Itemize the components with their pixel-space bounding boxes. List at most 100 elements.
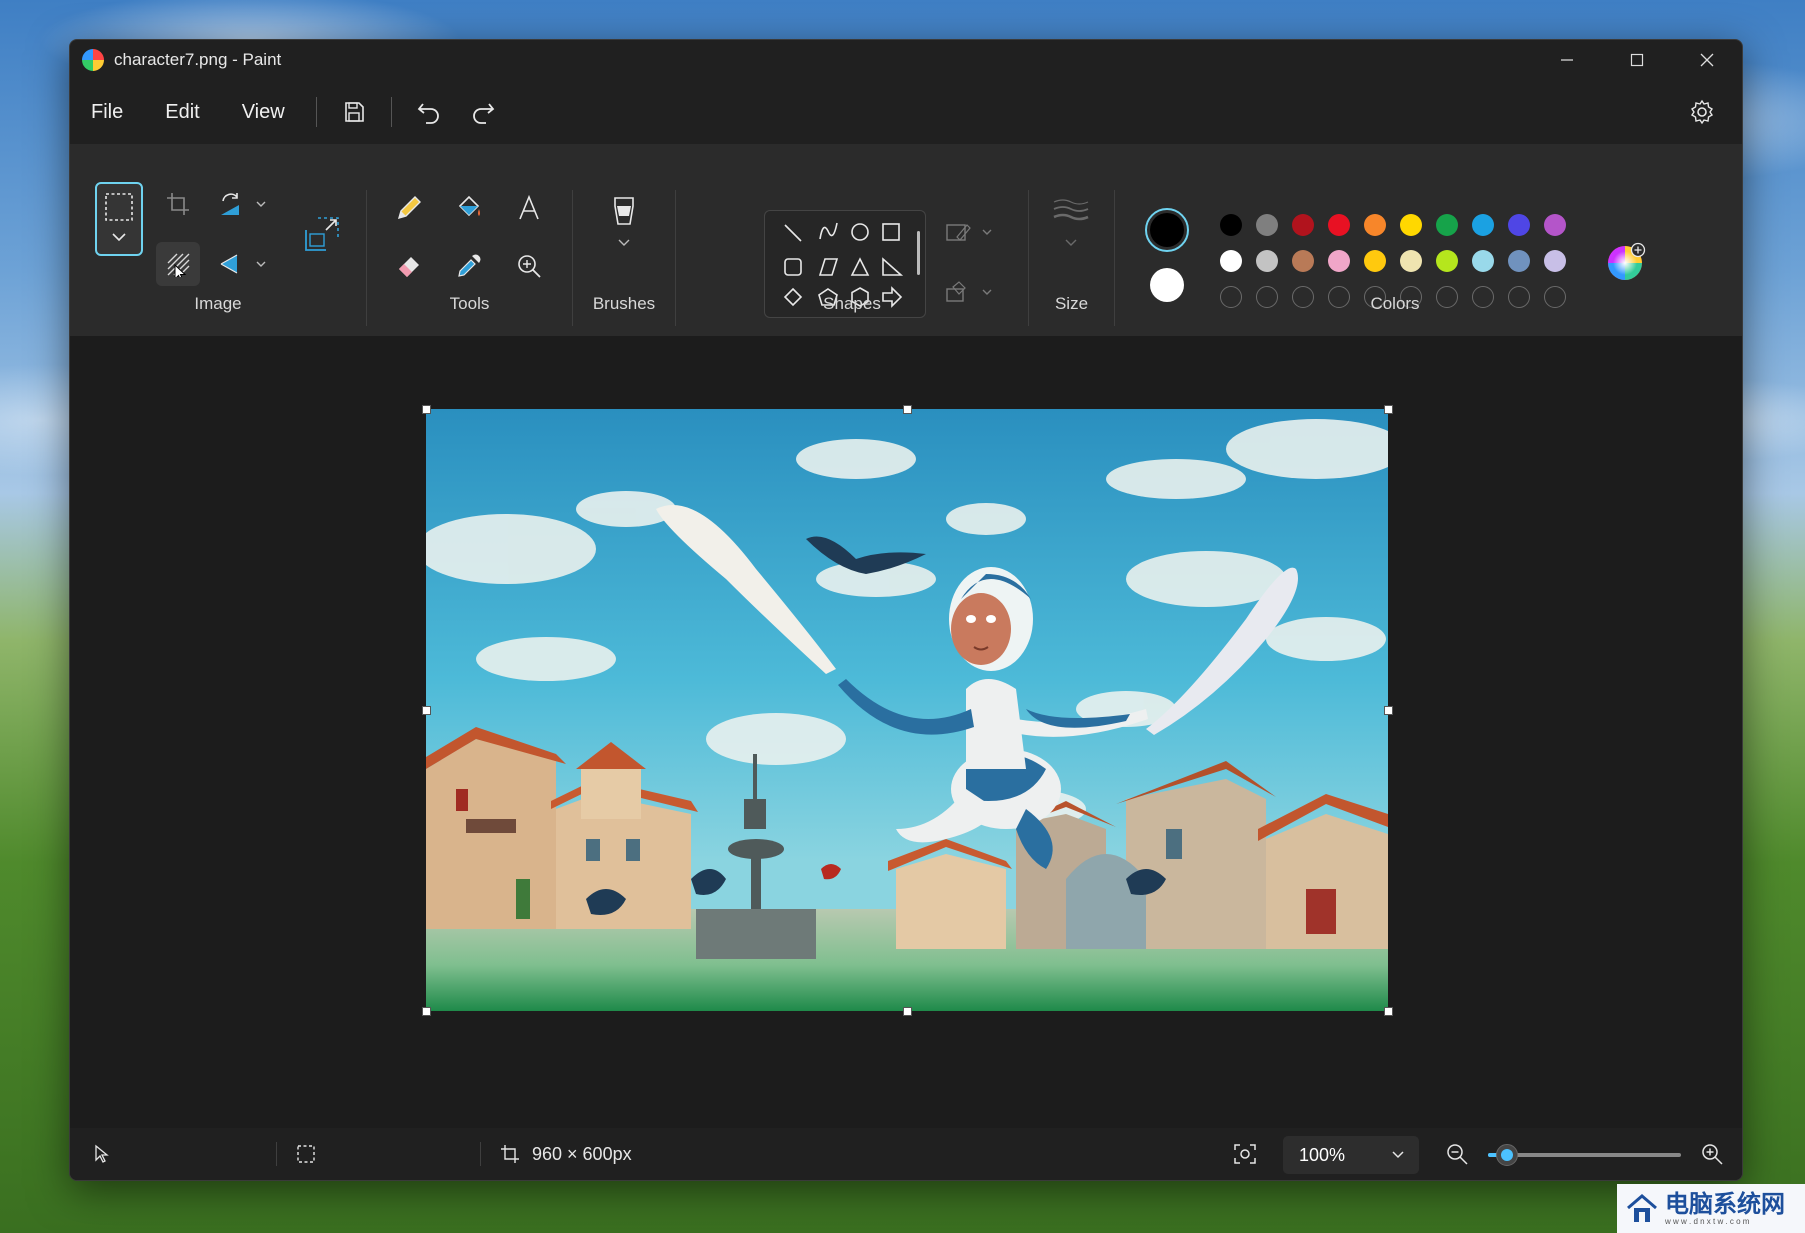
resize-handle-right[interactable] bbox=[1384, 706, 1393, 715]
gear-icon bbox=[1691, 99, 1713, 125]
zoom-in-button[interactable] bbox=[1700, 1128, 1724, 1180]
crop-button[interactable] bbox=[156, 182, 200, 226]
zoom-magnifier-icon bbox=[518, 255, 541, 278]
maximize-button[interactable] bbox=[1602, 40, 1672, 80]
resize-icon bbox=[305, 217, 339, 251]
palette-color-swatch[interactable] bbox=[1364, 214, 1386, 236]
title-bar: character7.png - Paint bbox=[70, 40, 1742, 80]
zoom-out-button[interactable] bbox=[1445, 1128, 1469, 1180]
menu-view[interactable]: View bbox=[221, 92, 306, 132]
redo-icon bbox=[472, 103, 494, 124]
status-bar: 960 × 600px 100% bbox=[70, 1128, 1742, 1180]
canvas-image[interactable] bbox=[426, 409, 1388, 1011]
eraser-button[interactable] bbox=[387, 244, 431, 288]
settings-button[interactable] bbox=[1682, 92, 1722, 132]
menu-edit[interactable]: Edit bbox=[144, 92, 220, 132]
select-button[interactable] bbox=[95, 182, 143, 256]
pencil-button[interactable] bbox=[387, 186, 431, 230]
status-separator bbox=[276, 1142, 277, 1166]
palette-color-swatch[interactable] bbox=[1472, 214, 1494, 236]
palette-color-swatch[interactable] bbox=[1400, 250, 1422, 272]
resize-handle-top-right[interactable] bbox=[1384, 405, 1393, 414]
shape-outline-button[interactable] bbox=[942, 210, 998, 254]
fit-to-window-button[interactable] bbox=[1233, 1128, 1257, 1180]
palette-color-swatch[interactable] bbox=[1544, 214, 1566, 236]
palette-color-swatch[interactable] bbox=[1436, 214, 1458, 236]
selection-size-indicator bbox=[296, 1128, 316, 1180]
undo-button[interactable] bbox=[402, 92, 456, 132]
zoom-out-icon bbox=[1447, 1144, 1468, 1165]
resize-handle-top[interactable] bbox=[903, 405, 912, 414]
paint-window: character7.png - Paint File Edit View Im… bbox=[69, 39, 1743, 1181]
close-button[interactable] bbox=[1672, 40, 1742, 80]
rotate-icon bbox=[221, 193, 266, 215]
save-icon bbox=[344, 102, 364, 122]
palette-color-swatch[interactable] bbox=[1256, 250, 1278, 272]
palette-color-swatch[interactable] bbox=[1292, 250, 1314, 272]
text-icon bbox=[519, 194, 539, 220]
canvas-area[interactable] bbox=[70, 336, 1742, 1128]
palette-color-swatch[interactable] bbox=[1328, 250, 1350, 272]
status-separator bbox=[480, 1142, 481, 1166]
menu-bar: File Edit View bbox=[70, 82, 1742, 142]
palette-color-swatch[interactable] bbox=[1436, 250, 1458, 272]
flip-button[interactable] bbox=[216, 242, 272, 286]
outline-icon bbox=[946, 224, 992, 241]
palette-color-swatch[interactable] bbox=[1364, 250, 1386, 272]
resize-handle-top-left[interactable] bbox=[422, 405, 431, 414]
redo-button[interactable] bbox=[456, 92, 510, 132]
text-button[interactable] bbox=[507, 186, 551, 230]
rectangle-select-icon bbox=[105, 193, 133, 242]
palette-color-swatch[interactable] bbox=[1400, 214, 1422, 236]
paint-bucket-icon bbox=[458, 195, 480, 217]
palette-color-swatch[interactable] bbox=[1508, 214, 1530, 236]
undo-icon bbox=[417, 103, 439, 124]
zoom-level-dropdown[interactable]: 100% bbox=[1283, 1136, 1419, 1174]
edit-colors-button[interactable] bbox=[1605, 240, 1649, 284]
image-size-indicator: 960 × 600px bbox=[500, 1128, 632, 1180]
cursor-position-indicator bbox=[92, 1128, 112, 1180]
image-size-text: 960 × 600px bbox=[532, 1143, 632, 1164]
resize-handle-bottom[interactable] bbox=[903, 1007, 912, 1016]
brushes-button[interactable] bbox=[602, 192, 646, 262]
canvas-size-icon bbox=[501, 1145, 519, 1163]
brushes-group-label: Brushes bbox=[592, 294, 656, 313]
watermark-text: 电脑系统网 bbox=[1665, 1189, 1785, 1218]
minimize-button[interactable] bbox=[1532, 40, 1602, 80]
resize-handle-bottom-right[interactable] bbox=[1384, 1007, 1393, 1016]
shapes-group: Shapes bbox=[676, 144, 1028, 336]
palette-color-swatch[interactable] bbox=[1220, 214, 1242, 236]
color-wheel-icon bbox=[1608, 242, 1646, 280]
palette-color-swatch[interactable] bbox=[1508, 250, 1530, 272]
resize-handle-bottom-left[interactable] bbox=[422, 1007, 431, 1016]
palette-color-swatch[interactable] bbox=[1256, 214, 1278, 236]
pointer-icon bbox=[95, 1144, 109, 1163]
size-button[interactable] bbox=[1049, 192, 1093, 262]
crop-icon bbox=[167, 193, 189, 215]
palette-color-swatch[interactable] bbox=[1328, 214, 1350, 236]
house-logo-icon bbox=[1627, 1193, 1657, 1222]
resize-button[interactable] bbox=[300, 212, 344, 256]
remove-background-button[interactable] bbox=[156, 242, 200, 286]
rotate-button[interactable] bbox=[216, 182, 272, 226]
fill-button[interactable] bbox=[447, 186, 491, 230]
brushes-group: Brushes bbox=[573, 144, 675, 336]
color-picker-button[interactable] bbox=[447, 244, 491, 288]
zoom-slider[interactable] bbox=[1488, 1144, 1681, 1166]
menu-separator bbox=[315, 97, 317, 127]
zoom-slider-thumb[interactable] bbox=[1496, 1144, 1519, 1166]
palette-color-swatch[interactable] bbox=[1472, 250, 1494, 272]
save-button[interactable] bbox=[327, 92, 381, 132]
palette-color-swatch[interactable] bbox=[1544, 250, 1566, 272]
menu-file[interactable]: File bbox=[70, 92, 144, 132]
palette-color-swatch[interactable] bbox=[1220, 250, 1242, 272]
resize-handle-left[interactable] bbox=[422, 706, 431, 715]
pencil-icon bbox=[397, 196, 421, 220]
stroke-size-icon bbox=[1053, 199, 1089, 246]
primary-color-button[interactable] bbox=[1145, 208, 1189, 252]
palette-color-swatch[interactable] bbox=[1292, 214, 1314, 236]
primary-color-swatch bbox=[1150, 213, 1184, 247]
magnifier-button[interactable] bbox=[507, 244, 551, 288]
colors-group-label: Colors bbox=[1370, 294, 1420, 313]
tools-group-label: Tools bbox=[449, 294, 490, 313]
